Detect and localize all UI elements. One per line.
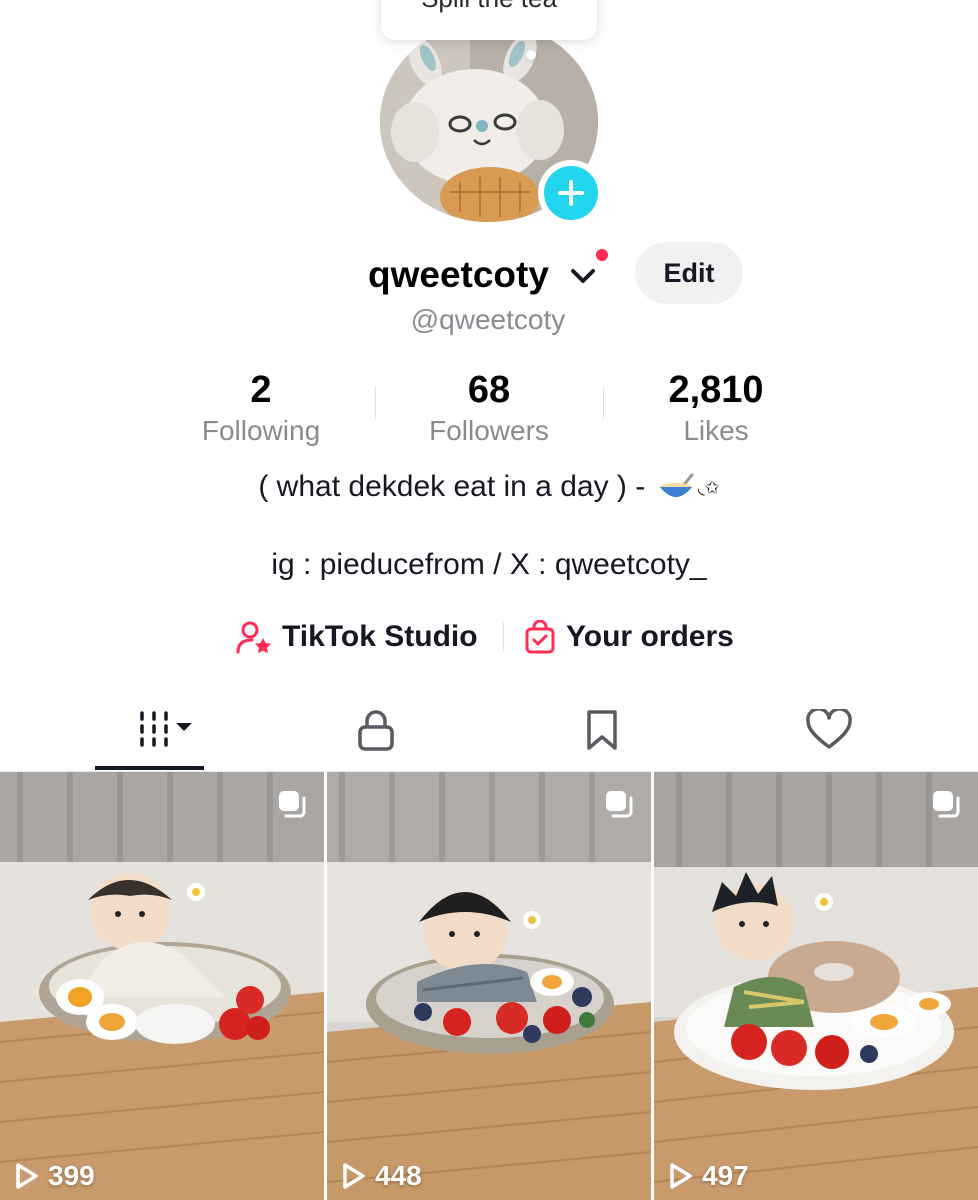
view-count: 448 (341, 1160, 422, 1192)
multi-photo-icon (606, 791, 633, 818)
stat-likes[interactable]: 2,810 Likes (616, 368, 816, 448)
video-thumbnail[interactable]: 497 (654, 772, 978, 1200)
username-handle: @qweetcoty (410, 304, 566, 335)
tab-saved[interactable] (537, 690, 667, 770)
caret-down-icon[interactable] (174, 721, 194, 733)
bio-sparkle: ◟✩ (697, 477, 720, 498)
orders-label: Your orders (566, 620, 734, 653)
shopping-bag-icon (525, 620, 555, 654)
view-count: 399 (14, 1160, 95, 1192)
tab-videos[interactable] (85, 690, 215, 770)
bowl-emoji-icon (659, 473, 694, 498)
stat-label: Likes (683, 415, 749, 446)
profile-name-row: qweetcoty Edit (0, 240, 978, 310)
play-icon (670, 1163, 692, 1189)
stat-followers[interactable]: 68 Followers (389, 368, 589, 448)
play-icon (343, 1163, 365, 1189)
tooltip-pointer (526, 50, 536, 60)
tab-liked[interactable] (764, 690, 894, 770)
notification-dot (594, 247, 610, 263)
edit-profile-button[interactable]: Edit (635, 242, 743, 304)
video-thumbnail[interactable]: 448 (327, 772, 651, 1200)
video-thumbnail-image (0, 772, 324, 1200)
profile-stats: 2 Following 68 Followers 2,810 Likes (0, 368, 978, 448)
bio-text: ( what dekdek eat in a day ) - (258, 470, 654, 503)
lock-icon (358, 710, 394, 751)
heart-icon (806, 709, 852, 749)
add-story-button[interactable] (538, 160, 604, 226)
display-name: qweetcoty (368, 254, 549, 295)
bio-line-2: ig : pieducefrom / X : qweetcoty_ (271, 548, 707, 581)
plus-icon (558, 180, 584, 206)
tab-private[interactable] (311, 690, 441, 770)
links-divider (503, 622, 504, 652)
your-orders-link[interactable]: Your orders (524, 612, 734, 662)
stat-following[interactable]: 2 Following (161, 368, 361, 448)
tooltip-bubble[interactable]: Spill the tea (381, 0, 597, 40)
view-count: 497 (668, 1160, 749, 1192)
bio-line-1: ( what dekdek eat in a day ) - ◟✩ (0, 470, 978, 504)
chevron-down-icon[interactable] (570, 268, 596, 286)
tooltip-text: Spill the tea (421, 0, 557, 14)
tiktok-studio-link[interactable]: TikTok Studio (236, 612, 478, 662)
stat-label: Followers (429, 415, 549, 446)
stat-label: Following (201, 415, 321, 446)
studio-user-star-icon (236, 621, 271, 654)
videos-grid-icon (140, 711, 168, 747)
play-icon (16, 1163, 38, 1189)
bookmark-icon (587, 710, 617, 750)
multi-photo-icon (933, 791, 960, 818)
stat-value: 2,810 (668, 369, 764, 411)
profile-links: TikTok Studio Your orders (0, 612, 978, 662)
stat-divider (603, 386, 604, 420)
video-thumbnail-image (327, 772, 651, 1200)
stat-value: 68 (467, 369, 511, 411)
studio-label: TikTok Studio (282, 620, 478, 653)
active-tab-indicator (95, 766, 204, 770)
profile-tabs (0, 690, 978, 772)
multi-photo-icon (279, 791, 306, 818)
stat-value: 2 (250, 369, 272, 411)
video-thumbnail-image (654, 772, 978, 1200)
video-thumbnail[interactable]: 399 (0, 772, 324, 1200)
stat-divider (375, 386, 376, 420)
video-grid: 399 448 497 (0, 772, 978, 1200)
